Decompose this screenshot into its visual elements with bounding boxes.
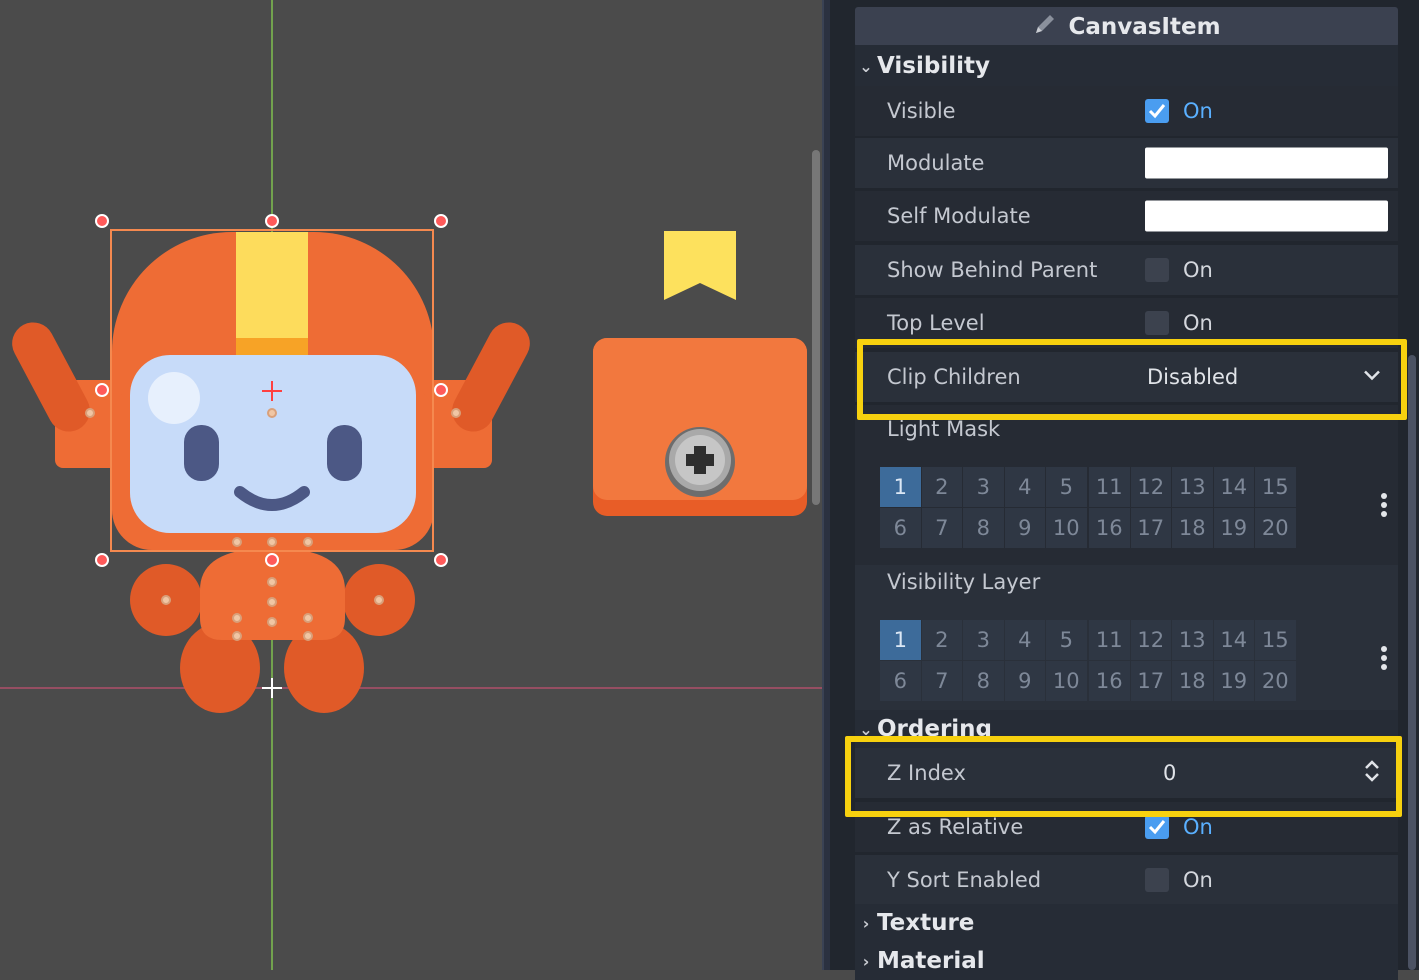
- visibility-layer[interactable]: 17: [1130, 661, 1171, 701]
- spinner-arrows-icon[interactable]: [1362, 757, 1382, 789]
- light-mask-layer[interactable]: 6: [880, 508, 921, 548]
- visibility-layer[interactable]: 20: [1255, 661, 1296, 701]
- chevron-right-icon: ›: [862, 913, 870, 933]
- visibility-layer[interactable]: 10: [1046, 661, 1087, 701]
- light-mask-layer[interactable]: 5: [1046, 467, 1087, 507]
- light-mask-layer[interactable]: 16: [1089, 508, 1130, 548]
- helmet-stripe: [236, 232, 308, 342]
- visibility-layer[interactable]: 14: [1213, 620, 1254, 660]
- light-mask-layer[interactable]: 12: [1130, 467, 1171, 507]
- chevron-down-icon: ⌄: [859, 56, 873, 76]
- scene-drawing: [0, 0, 822, 970]
- z-index-input[interactable]: 0: [1163, 761, 1176, 785]
- pencil-icon: [1032, 11, 1058, 43]
- section-ordering[interactable]: ⌄ Ordering: [855, 710, 1398, 748]
- visibility-layer[interactable]: 13: [1172, 620, 1213, 660]
- visibility-layer[interactable]: 16: [1089, 661, 1130, 701]
- prop-y-sort-enabled: Y Sort Enabled On: [855, 855, 1398, 905]
- visibility-layer[interactable]: 7: [921, 661, 962, 701]
- inspector-scrollbar[interactable]: [1408, 355, 1416, 970]
- canvas-viewport[interactable]: [0, 0, 822, 970]
- light-mask-layer[interactable]: 7: [921, 508, 962, 548]
- visibility-layer[interactable]: 2: [921, 620, 962, 660]
- light-mask-grid-left: 1 2 3 4 5 6 7 8 9 10: [880, 467, 1087, 548]
- light-mask-layer[interactable]: 17: [1130, 508, 1171, 548]
- prop-z-index: Z Index 0: [855, 748, 1398, 798]
- visibility-layer[interactable]: 3: [963, 620, 1004, 660]
- light-mask-grid-right: 11 12 13 14 15 16 17 18 19 20: [1089, 467, 1296, 548]
- light-mask-layer[interactable]: 10: [1046, 508, 1087, 548]
- prop-top-level: Top Level On: [855, 298, 1398, 348]
- y-sort-enabled-checkbox[interactable]: [1145, 868, 1169, 892]
- crate-sprite: [593, 338, 807, 516]
- visibility-layer[interactable]: 5: [1046, 620, 1087, 660]
- prop-modulate: Modulate: [855, 138, 1398, 188]
- light-mask-layer[interactable]: 13: [1172, 467, 1213, 507]
- light-mask-layer[interactable]: 9: [1004, 508, 1045, 548]
- visibility-layer[interactable]: 19: [1213, 661, 1254, 701]
- visibility-layer-grid-right: 11 12 13 14 15 16 17 18 19 20: [1089, 620, 1296, 701]
- light-mask-layer[interactable]: 14: [1213, 467, 1254, 507]
- light-mask-layer[interactable]: 11: [1089, 467, 1130, 507]
- header-title: CanvasItem: [1068, 14, 1221, 40]
- visibility-layer[interactable]: 18: [1172, 661, 1213, 701]
- section-visibility[interactable]: ⌄ Visibility: [855, 45, 1398, 87]
- flag-sprite: [664, 231, 736, 300]
- light-mask-layer[interactable]: 18: [1172, 508, 1213, 548]
- section-texture[interactable]: › Texture: [855, 904, 1398, 942]
- z-as-relative-checkbox[interactable]: [1145, 815, 1169, 839]
- prop-self-modulate: Self Modulate: [855, 191, 1398, 241]
- light-mask-layer[interactable]: 15: [1255, 467, 1296, 507]
- top-level-checkbox[interactable]: [1145, 311, 1169, 335]
- visibility-layer[interactable]: 12: [1130, 620, 1171, 660]
- light-mask-layer[interactable]: 3: [963, 467, 1004, 507]
- light-mask-layer[interactable]: 19: [1213, 508, 1254, 548]
- chevron-down-icon: ⌄: [859, 719, 873, 739]
- visible-checkbox[interactable]: [1145, 99, 1169, 123]
- prop-clip-children: Clip Children Disabled: [855, 352, 1398, 402]
- viewport-scrollbar[interactable]: [812, 150, 820, 505]
- visibility-layer[interactable]: 8: [963, 661, 1004, 701]
- light-mask-layer[interactable]: 4: [1004, 467, 1045, 507]
- visibility-layer[interactable]: 11: [1089, 620, 1130, 660]
- prop-z-as-relative: Z as Relative On: [855, 802, 1398, 852]
- self-modulate-color-picker[interactable]: [1145, 200, 1388, 232]
- light-mask-layer[interactable]: 2: [921, 467, 962, 507]
- chevron-down-icon[interactable]: [1362, 368, 1382, 387]
- visibility-layer[interactable]: 9: [1004, 661, 1045, 701]
- light-mask-layer[interactable]: 8: [963, 508, 1004, 548]
- prop-visible: Visible On: [855, 86, 1398, 136]
- light-mask-layer[interactable]: 1: [880, 467, 921, 507]
- visibility-layer[interactable]: 1: [880, 620, 921, 660]
- prop-show-behind-parent: Show Behind Parent On: [855, 245, 1398, 295]
- visibility-layer[interactable]: 15: [1255, 620, 1296, 660]
- show-behind-parent-checkbox[interactable]: [1145, 258, 1169, 282]
- visibility-layer-more-icon[interactable]: [1379, 643, 1389, 673]
- light-mask-layer[interactable]: 20: [1255, 508, 1296, 548]
- canvasitem-header[interactable]: CanvasItem: [855, 7, 1398, 47]
- section-material[interactable]: › Material: [855, 942, 1398, 980]
- visibility-layer-grid-left: 1 2 3 4 5 6 7 8 9 10: [880, 620, 1087, 701]
- clip-children-dropdown[interactable]: Disabled: [1147, 365, 1238, 389]
- visibility-layer[interactable]: 6: [880, 661, 921, 701]
- visibility-layer[interactable]: 4: [1004, 620, 1045, 660]
- panel-splitter[interactable]: [822, 0, 830, 970]
- chevron-right-icon: ›: [862, 951, 870, 971]
- modulate-color-picker[interactable]: [1145, 147, 1388, 179]
- light-mask-more-icon[interactable]: [1379, 490, 1389, 520]
